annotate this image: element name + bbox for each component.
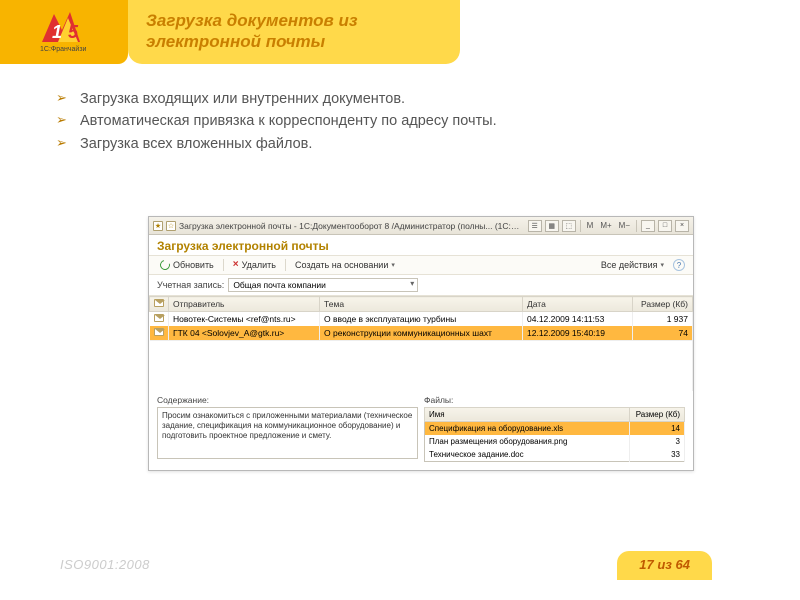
content-box[interactable]: Просим ознакомиться с приложенными матер… bbox=[157, 407, 418, 459]
logo-panel: 15 1С:Франчайзи bbox=[0, 0, 128, 64]
zoom-m[interactable]: M bbox=[585, 221, 596, 230]
lower-panels: Содержание: Просим ознакомиться с прилож… bbox=[149, 391, 693, 470]
file-row[interactable]: Техническое задание.doc 33 bbox=[425, 448, 685, 462]
all-actions-button[interactable]: Все действия▾ bbox=[598, 259, 667, 271]
cell-subject: О вводе в эксплуатацию турбины bbox=[320, 312, 523, 327]
envelope-icon bbox=[154, 299, 164, 307]
col-subject[interactable]: Тема bbox=[320, 297, 523, 312]
table-row[interactable]: Новотек-Системы <ref@nts.ru> О вводе в э… bbox=[150, 312, 693, 327]
window-tool-3[interactable]: ⬚ bbox=[562, 220, 576, 232]
bullet-list: Загрузка входящих или внутренних докумен… bbox=[56, 88, 760, 155]
account-select[interactable]: Общая почта компании bbox=[228, 278, 418, 292]
delete-icon: × bbox=[233, 260, 239, 270]
file-name: Техническое задание.doc bbox=[425, 448, 630, 462]
cell-subject: О реконструкции коммуникационных шахт bbox=[320, 326, 523, 341]
slide-title: Загрузка документов из электронной почты bbox=[146, 10, 442, 53]
cell-sender: Новотек-Системы <ref@nts.ru> bbox=[169, 312, 320, 327]
file-row[interactable]: Спецификация на оборудование.xls 14 bbox=[425, 421, 685, 435]
all-actions-label: Все действия bbox=[601, 260, 658, 270]
svg-text:1: 1 bbox=[52, 22, 62, 42]
app-window: ★ ☆ Загрузка электронной почты - 1С:Доку… bbox=[148, 216, 694, 471]
create-based-button[interactable]: Создать на основании▾ bbox=[292, 259, 398, 271]
refresh-icon bbox=[158, 258, 172, 272]
file-row[interactable]: План размещения оборудования.png 3 bbox=[425, 435, 685, 448]
bullet-item: Автоматическая привязка к корреспонденту… bbox=[56, 110, 760, 132]
slide-header: 15 1С:Франчайзи Загрузка документов из э… bbox=[0, 0, 800, 64]
content-panel: Содержание: Просим ознакомиться с прилож… bbox=[157, 395, 418, 462]
cell-date: 04.12.2009 14:11:53 bbox=[523, 312, 633, 327]
maximize-button[interactable]: □ bbox=[658, 220, 672, 232]
file-size: 14 bbox=[630, 421, 685, 435]
zoom-m-plus[interactable]: M+ bbox=[598, 221, 613, 230]
refresh-button[interactable]: Обновить bbox=[157, 259, 217, 271]
cell-size: 74 bbox=[633, 326, 693, 341]
files-panel: Файлы: Имя Размер (Кб) Спецификация на о… bbox=[424, 395, 685, 462]
window-tool-2[interactable]: ▦ bbox=[545, 220, 559, 232]
fav-icon[interactable]: ☆ bbox=[166, 221, 176, 231]
app-icon: ★ bbox=[153, 221, 163, 231]
svg-text:5: 5 bbox=[68, 22, 79, 42]
file-name: План размещения оборудования.png bbox=[425, 435, 630, 448]
cell-date: 12.12.2009 15:40:19 bbox=[523, 326, 633, 341]
table-row[interactable]: ГТК 04 <Solovjev_A@gtk.ru> О реконструкц… bbox=[150, 326, 693, 341]
chevron-down-icon: ▾ bbox=[660, 261, 664, 269]
col-date[interactable]: Дата bbox=[523, 297, 633, 312]
chevron-down-icon: ▾ bbox=[391, 261, 395, 269]
mail-table: Отправитель Тема Дата Размер (Кб) Новоте… bbox=[149, 296, 693, 391]
files-table: Имя Размер (Кб) Спецификация на оборудов… bbox=[424, 407, 685, 462]
close-button[interactable]: × bbox=[675, 220, 689, 232]
title-bar: Загрузка документов из электронной почты bbox=[128, 0, 460, 64]
window-titlebar: ★ ☆ Загрузка электронной почты - 1С:Доку… bbox=[149, 217, 693, 235]
col-sender[interactable]: Отправитель bbox=[169, 297, 320, 312]
app-header: Загрузка электронной почты bbox=[149, 235, 693, 256]
file-name: Спецификация на оборудование.xls bbox=[425, 421, 630, 435]
envelope-icon bbox=[154, 314, 164, 322]
table-header-row: Отправитель Тема Дата Размер (Кб) bbox=[150, 297, 693, 312]
cell-size: 1 937 bbox=[633, 312, 693, 327]
table-empty-area bbox=[150, 341, 693, 391]
window-tool-1[interactable]: ☰ bbox=[528, 220, 542, 232]
files-col-size[interactable]: Размер (Кб) bbox=[630, 407, 685, 421]
app-toolbar: Обновить ×Удалить Создать на основании▾ … bbox=[149, 256, 693, 275]
files-col-name[interactable]: Имя bbox=[425, 407, 630, 421]
logo-icon: 15 bbox=[38, 8, 94, 48]
app-heading: Загрузка электронной почты bbox=[157, 239, 685, 253]
iso-label: ISO9001:2008 bbox=[60, 557, 150, 572]
page-indicator: 17 из 64 bbox=[617, 551, 712, 580]
create-based-label: Создать на основании bbox=[295, 260, 388, 270]
zoom-m-minus[interactable]: M− bbox=[617, 221, 632, 230]
bullet-item: Загрузка всех вложенных файлов. bbox=[56, 133, 760, 155]
cell-sender: ГТК 04 <Solovjev_A@gtk.ru> bbox=[169, 326, 320, 341]
account-label: Учетная запись: bbox=[157, 280, 224, 290]
bullet-item: Загрузка входящих или внутренних докумен… bbox=[56, 88, 760, 110]
help-button[interactable]: ? bbox=[673, 259, 685, 271]
envelope-icon bbox=[154, 328, 164, 336]
file-size: 33 bbox=[630, 448, 685, 462]
refresh-label: Обновить bbox=[173, 260, 214, 270]
minimize-button[interactable]: _ bbox=[641, 220, 655, 232]
delete-label: Удалить bbox=[242, 260, 276, 270]
window-title: Загрузка электронной почты - 1С:Документ… bbox=[179, 221, 525, 231]
col-icon[interactable] bbox=[150, 297, 169, 312]
logo-subtitle: 1С:Франчайзи bbox=[40, 46, 86, 53]
account-value: Общая почта компании bbox=[233, 280, 326, 290]
col-size[interactable]: Размер (Кб) bbox=[633, 297, 693, 312]
delete-button[interactable]: ×Удалить bbox=[230, 259, 279, 271]
content-label: Содержание: bbox=[157, 395, 418, 405]
file-size: 3 bbox=[630, 435, 685, 448]
files-label: Файлы: bbox=[424, 395, 685, 405]
account-row: Учетная запись: Общая почта компании bbox=[149, 275, 693, 296]
